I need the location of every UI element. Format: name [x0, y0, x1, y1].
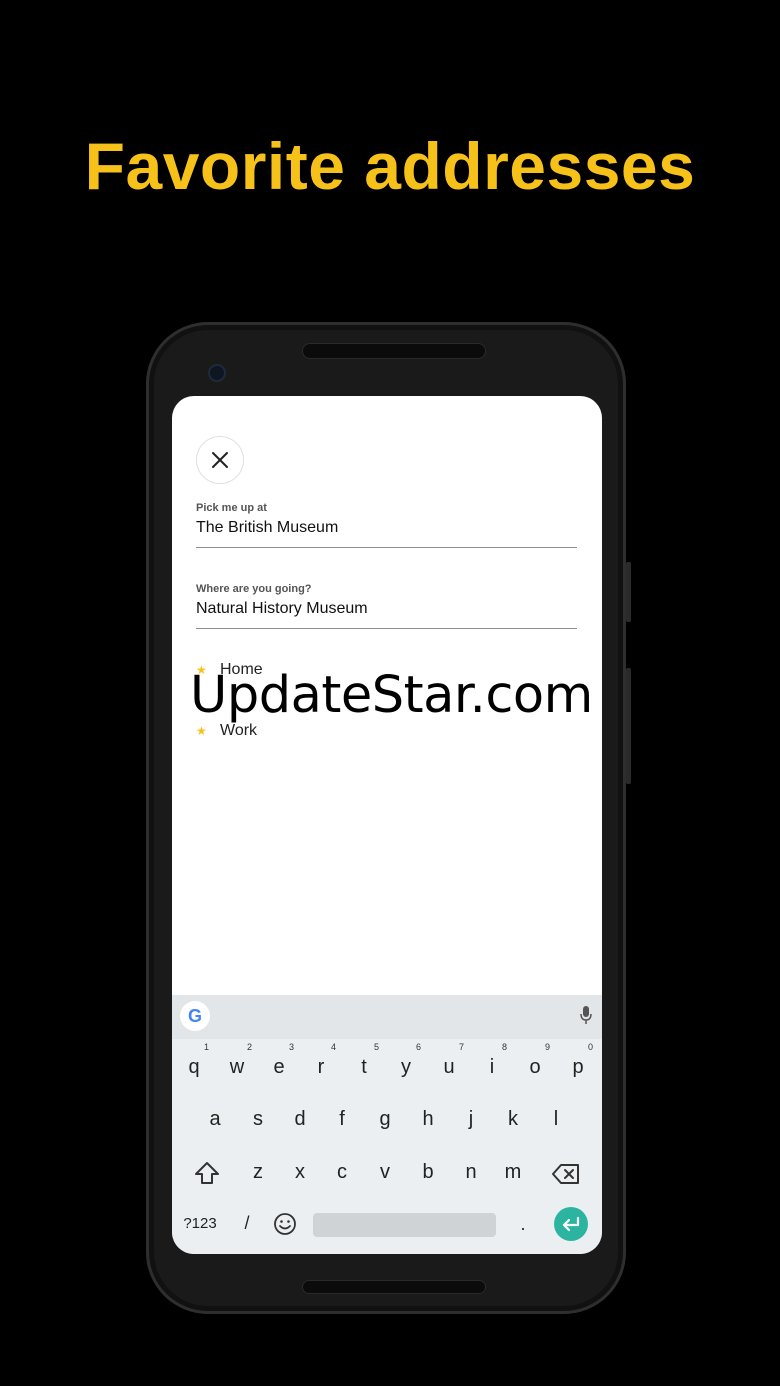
- key-r-label: r: [317, 1056, 325, 1078]
- power-button: [626, 562, 631, 622]
- key-t-number: 5: [373, 1042, 379, 1052]
- key-m[interactable]: m: [492, 1161, 534, 1184]
- watermark: UpdateStar.com: [190, 666, 593, 725]
- enter-icon: [562, 1216, 580, 1232]
- key-b[interactable]: b: [407, 1161, 449, 1184]
- key-e-number: 3: [288, 1042, 294, 1052]
- symbols-key[interactable]: ?123: [178, 1215, 222, 1232]
- emoji-icon[interactable]: [273, 1212, 297, 1236]
- headline: Favorite addresses: [84, 129, 696, 203]
- key-y-label: y: [401, 1056, 411, 1078]
- key-p[interactable]: 0p: [557, 1042, 599, 1079]
- key-z[interactable]: z: [237, 1161, 279, 1184]
- key-i[interactable]: 8i: [471, 1042, 513, 1079]
- key-u[interactable]: 7u: [428, 1042, 470, 1079]
- key-p-label: p: [572, 1056, 584, 1078]
- volume-button: [626, 668, 631, 784]
- key-t[interactable]: 5t: [343, 1042, 385, 1079]
- shift-icon[interactable]: [194, 1161, 220, 1185]
- google-logo-letter: G: [187, 1005, 202, 1026]
- pickup-label: Pick me up at: [196, 502, 267, 514]
- key-w[interactable]: 2w: [216, 1042, 258, 1079]
- destination-value[interactable]: Natural History Museum: [196, 600, 577, 628]
- top-speaker: [302, 343, 486, 359]
- key-d[interactable]: d: [279, 1108, 321, 1131]
- microphone-icon[interactable]: [580, 1005, 592, 1025]
- keyboard-toolbar: G: [172, 995, 602, 1039]
- close-icon: [212, 452, 228, 468]
- star-icon: ★: [196, 724, 207, 738]
- key-k[interactable]: k: [492, 1108, 534, 1131]
- destination-field[interactable]: Where are you going? Natural History Mus…: [196, 583, 577, 629]
- key-w-number: 2: [246, 1042, 252, 1052]
- key-s[interactable]: s: [237, 1108, 279, 1131]
- key-e-label: e: [273, 1056, 285, 1078]
- app-screen: Pick me up at The British Museum Where a…: [172, 396, 602, 1254]
- pickup-field[interactable]: Pick me up at The British Museum: [196, 502, 577, 548]
- key-y-number: 6: [415, 1042, 421, 1052]
- key-i-label: i: [489, 1056, 495, 1078]
- key-w-label: w: [229, 1056, 245, 1078]
- key-c[interactable]: c: [321, 1161, 363, 1184]
- key-o-number: 9: [544, 1042, 550, 1052]
- key-a[interactable]: a: [194, 1108, 236, 1131]
- destination-label: Where are you going?: [196, 583, 312, 595]
- slash-key[interactable]: /: [226, 1213, 268, 1234]
- keyboard: G 1q 2w 3e 4r 5t 6y 7u 8i 9o 0p a s d f …: [172, 995, 602, 1254]
- key-f[interactable]: f: [321, 1108, 363, 1131]
- key-g[interactable]: g: [364, 1108, 406, 1131]
- key-r[interactable]: 4r: [300, 1042, 342, 1079]
- period-key[interactable]: .: [502, 1214, 544, 1235]
- key-h[interactable]: h: [407, 1108, 449, 1131]
- key-j[interactable]: j: [450, 1108, 492, 1131]
- close-button[interactable]: [196, 436, 244, 484]
- enter-button[interactable]: [554, 1207, 588, 1241]
- key-y[interactable]: 6y: [385, 1042, 427, 1079]
- key-x[interactable]: x: [279, 1161, 321, 1184]
- pickup-value[interactable]: The British Museum: [196, 519, 577, 547]
- key-u-label: u: [443, 1056, 455, 1078]
- key-q-number: 1: [203, 1042, 209, 1052]
- space-bar[interactable]: [313, 1213, 496, 1237]
- key-n[interactable]: n: [450, 1161, 492, 1184]
- key-v[interactable]: v: [364, 1161, 406, 1184]
- backspace-icon[interactable]: [552, 1163, 580, 1185]
- key-u-number: 7: [458, 1042, 464, 1052]
- key-p-number: 0: [587, 1042, 593, 1052]
- key-q-label: q: [188, 1056, 200, 1078]
- key-o[interactable]: 9o: [514, 1042, 556, 1079]
- key-t-label: t: [361, 1056, 367, 1078]
- key-o-label: o: [529, 1056, 541, 1078]
- key-e[interactable]: 3e: [258, 1042, 300, 1079]
- front-camera: [208, 364, 226, 382]
- key-r-number: 4: [330, 1042, 336, 1052]
- key-l[interactable]: l: [535, 1108, 577, 1131]
- bottom-speaker: [302, 1280, 486, 1294]
- key-i-number: 8: [501, 1042, 507, 1052]
- google-icon[interactable]: G: [180, 1001, 210, 1031]
- key-q[interactable]: 1q: [173, 1042, 215, 1079]
